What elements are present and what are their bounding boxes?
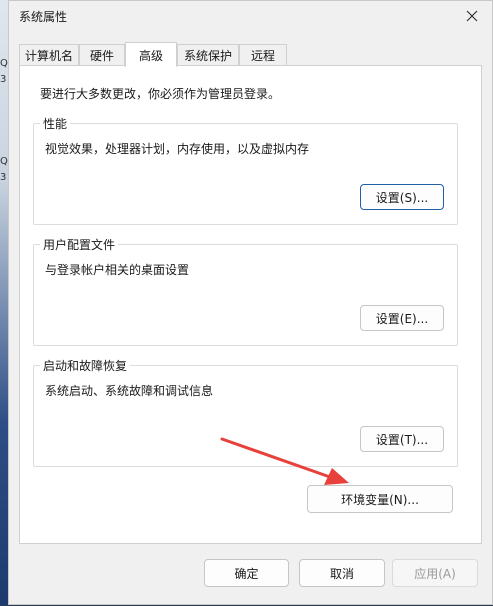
ok-button[interactable]: 确定 [204,559,289,587]
advanced-tab-panel: 要进行大多数更改，你必须作为管理员登录。 性能 视觉效果，处理器计划，内存使用，… [19,65,482,544]
title-bar[interactable]: 系统属性 [9,1,492,31]
cancel-button[interactable]: 取消 [299,559,385,587]
startup-recovery-settings-button[interactable]: 设置(T)... [360,426,444,452]
tab-remote[interactable]: 远程 [239,44,287,66]
tab-computer-name[interactable]: 计算机名 [19,44,79,66]
system-properties-dialog: 系统属性 计算机名 硬件 高级 系统保护 远程 要进行大多数更改，你必须作为管理… [8,0,493,605]
user-profiles-description: 与登录帐户相关的桌面设置 [45,263,190,277]
admin-notice: 要进行大多数更改，你必须作为管理员登录。 [40,87,281,101]
tab-system-protection[interactable]: 系统保护 [177,44,239,66]
desktop-icon-label: Q [0,156,8,167]
user-profiles-settings-button[interactable]: 设置(E)... [360,305,444,331]
performance-group: 性能 视觉效果，处理器计划，内存使用，以及虚拟内存 设置(S)... [33,115,458,225]
startup-recovery-group: 启动和故障恢复 系统启动、系统故障和调试信息 设置(T)... [33,357,458,467]
desktop-icon-label: 3 [0,74,7,85]
startup-recovery-title: 启动和故障恢复 [40,357,131,374]
performance-settings-button[interactable]: 设置(S)... [360,184,444,210]
startup-recovery-description: 系统启动、系统故障和调试信息 [45,384,214,398]
user-profiles-group: 用户配置文件 与登录帐户相关的桌面设置 设置(E)... [33,236,458,346]
tab-hardware[interactable]: 硬件 [79,44,125,66]
desktop-background: Q 3 Q 3 [0,0,8,605]
close-button[interactable] [452,1,492,31]
environment-variables-button[interactable]: 环境变量(N)... [307,485,453,513]
window-title: 系统属性 [19,10,68,24]
performance-title: 性能 [40,115,71,132]
close-icon [466,10,478,22]
user-profiles-title: 用户配置文件 [40,236,119,253]
apply-button[interactable]: 应用(A) [392,559,478,587]
desktop-icon-label: Q [0,58,8,69]
performance-description: 视觉效果，处理器计划，内存使用，以及虚拟内存 [45,142,310,156]
desktop-icon-label: 3 [0,172,7,183]
tab-advanced[interactable]: 高级 [125,42,177,67]
